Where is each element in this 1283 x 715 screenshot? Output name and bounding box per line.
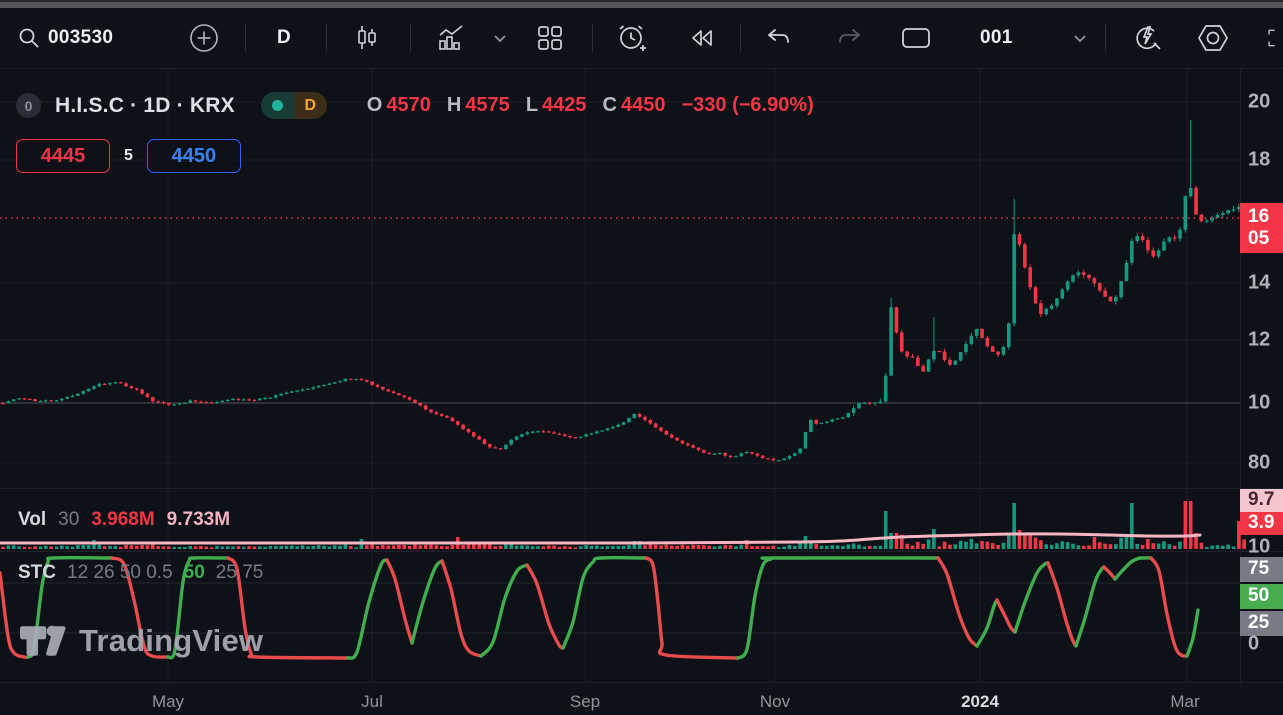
stc-current-value: 50 — [184, 562, 205, 584]
trading-chart-app: 003530 D — [0, 0, 1283, 715]
price-scale-label: 14 — [1248, 272, 1270, 295]
symbol-title[interactable]: H.I.S.C · 1D · KRX — [55, 94, 235, 118]
ask-price-box[interactable]: 4450 — [147, 139, 241, 173]
low-key: L — [526, 94, 538, 117]
volume-current-value: 3.968M — [91, 509, 154, 531]
tradingview-watermark-text: TradingView — [79, 623, 263, 659]
symbol-legend-row: 0 H.I.S.C · 1D · KRX D O4570 H4575 L4425… — [16, 92, 814, 119]
time-axis-label: May — [152, 692, 184, 712]
high-value: 4575 — [465, 94, 510, 117]
tradingview-logo-icon — [20, 619, 66, 663]
volume-label: Vol — [18, 509, 46, 531]
stc-band-badge: 50 — [1240, 584, 1283, 609]
right-price-scale[interactable]: 20181412108016059.73.9107550250 — [1240, 68, 1283, 682]
time-axis-label: Jul — [361, 692, 383, 712]
last-price-badge: 1605 — [1240, 203, 1283, 253]
high-key: H — [447, 94, 461, 117]
volume-scale-badge: 9.7 — [1240, 489, 1283, 512]
stc-band-badge: 25 — [1240, 611, 1283, 636]
time-axis-label: Mar — [1170, 692, 1199, 712]
stc-scale-top-label: 10 — [1248, 536, 1270, 559]
price-scale-label: 10 — [1248, 392, 1270, 415]
open-key: O — [367, 94, 383, 117]
stc-indicator-legend[interactable]: STC 12 26 50 0.5 50 25 75 — [18, 562, 263, 584]
market-status-dot — [272, 100, 283, 111]
close-key: C — [603, 94, 617, 117]
volume-ma-value: 9.733M — [167, 509, 230, 531]
stc-label: STC — [18, 562, 56, 584]
ohlc-values: O4570 H4575 L4425 C4450 −330 (−6.90%) — [367, 94, 814, 117]
price-scale-label: 20 — [1248, 91, 1270, 114]
market-status-dot-wrap — [261, 92, 294, 119]
price-scale-label: 80 — [1248, 452, 1270, 475]
time-axis-label: Nov — [760, 692, 790, 712]
tradingview-watermark: TradingView — [20, 619, 263, 663]
price-scale-label: 18 — [1248, 149, 1270, 172]
stc-scale-zero-label: 0 — [1248, 633, 1259, 656]
legend-index-badge[interactable]: 0 — [16, 93, 41, 118]
volume-scale-badge: 3.9 — [1240, 512, 1283, 535]
time-axis[interactable]: May Jul Sep Nov 2024 Mar — [0, 682, 1283, 715]
volume-ma-length: 30 — [58, 509, 79, 531]
bid-price-box[interactable]: 4445 — [16, 139, 110, 173]
market-status-pill[interactable]: D — [261, 92, 327, 119]
change-value: −330 (−6.90%) — [681, 94, 813, 117]
low-value: 4425 — [542, 94, 587, 117]
stc-band-badge: 75 — [1240, 557, 1283, 582]
bid-ask-row: 4445 5 4450 — [16, 139, 241, 173]
spread-value: 5 — [124, 147, 133, 165]
data-mode-badge: D — [294, 92, 327, 119]
time-axis-label: Sep — [570, 692, 600, 712]
stc-band-values: 25 75 — [216, 562, 264, 584]
stc-params: 12 26 50 0.5 — [67, 562, 173, 584]
time-axis-label: 2024 — [961, 692, 999, 712]
volume-indicator-legend[interactable]: Vol 30 3.968M 9.733M — [18, 509, 230, 531]
open-value: 4570 — [386, 94, 431, 117]
price-scale-label: 12 — [1248, 329, 1270, 352]
close-value: 4450 — [621, 94, 666, 117]
